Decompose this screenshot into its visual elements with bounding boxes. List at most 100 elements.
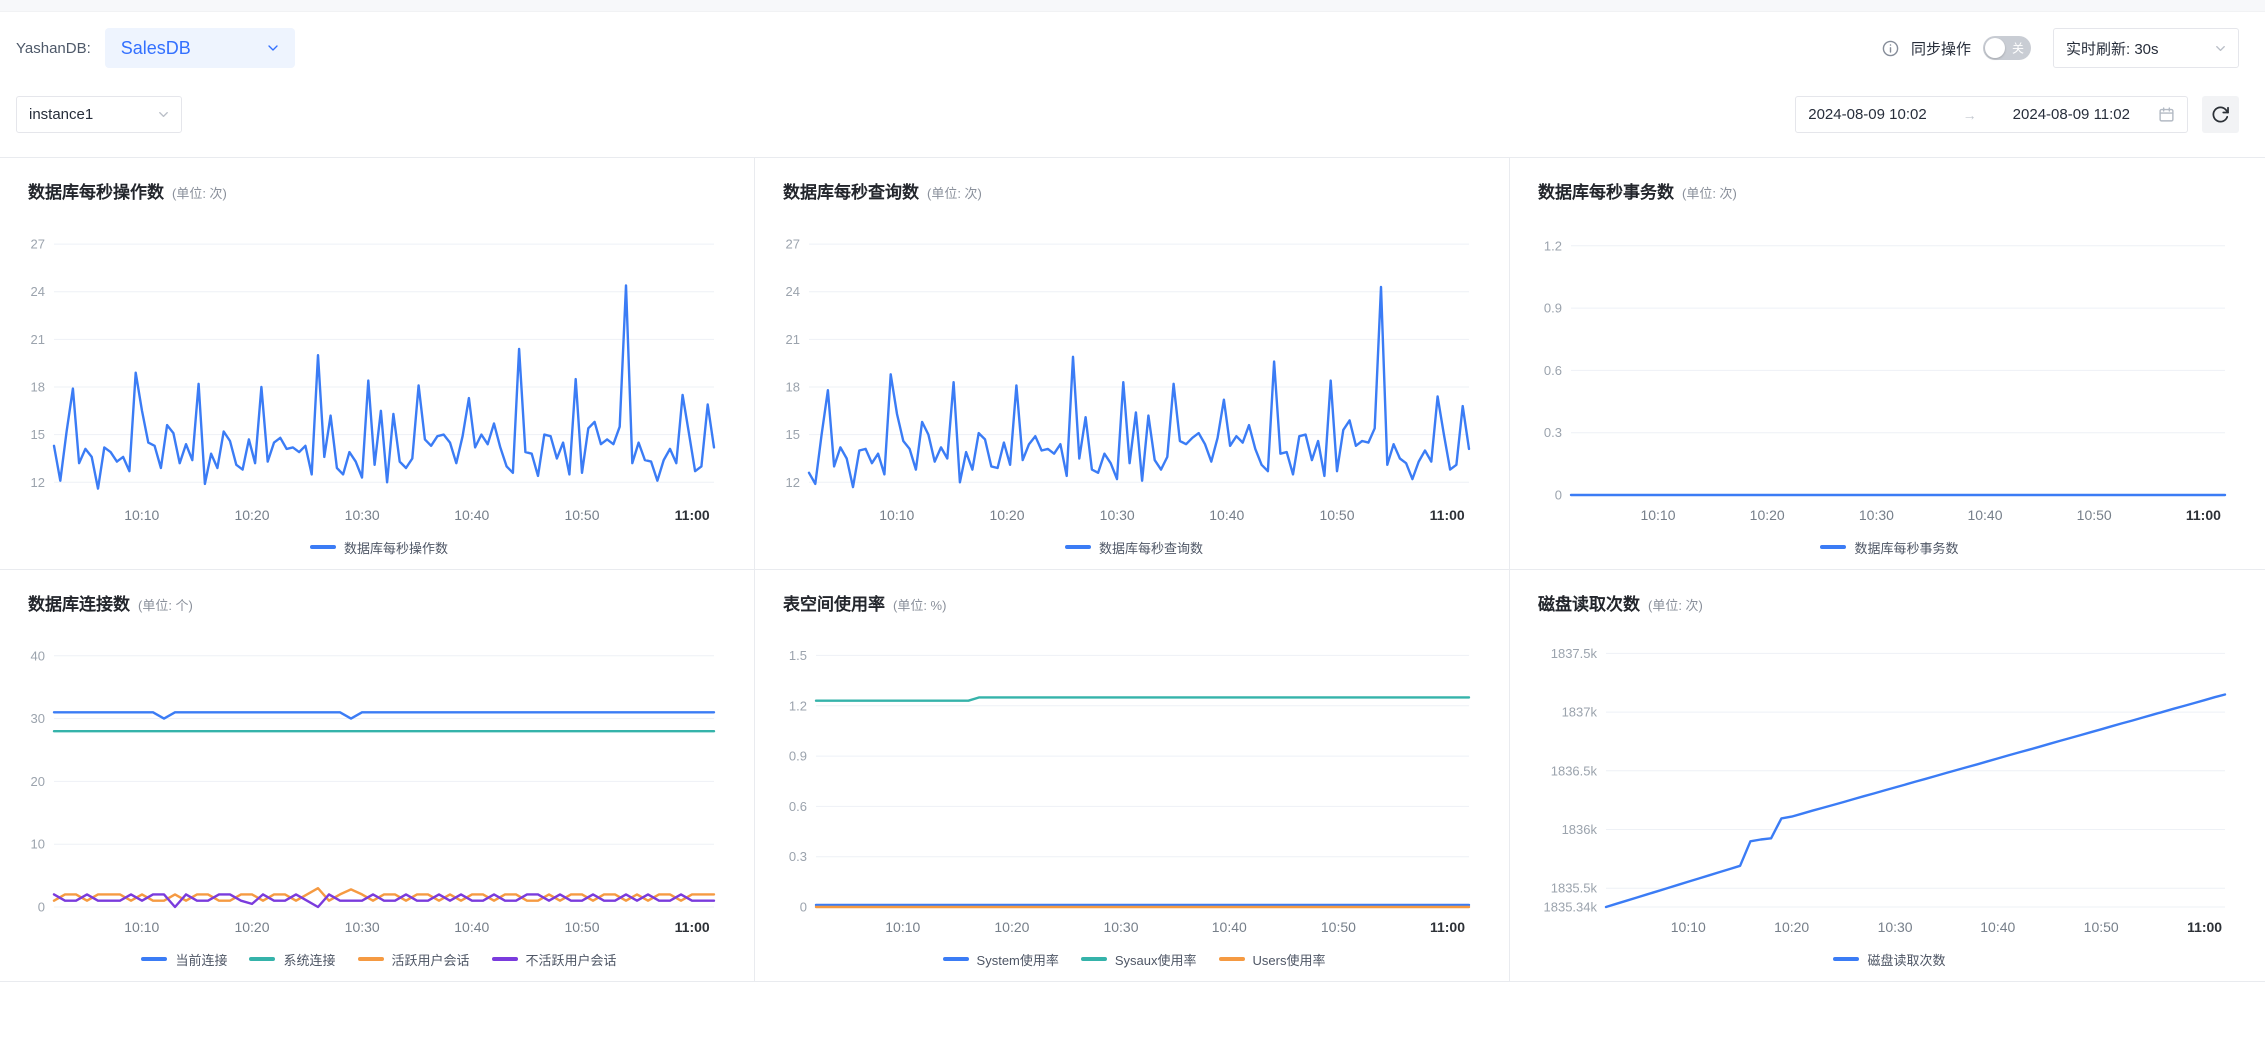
legend-item[interactable]: 系统连接 [249, 950, 335, 969]
calendar-icon [2158, 106, 2175, 123]
svg-text:10:40: 10:40 [1209, 507, 1244, 523]
legend-item[interactable]: 不活跃用户会话 [492, 950, 617, 969]
legend-swatch [310, 545, 336, 549]
chart-legend: 数据库每秒事务数 [1536, 531, 2243, 563]
svg-text:0.6: 0.6 [789, 799, 807, 814]
legend-label: 磁盘读取次数 [1867, 950, 1945, 969]
info-icon[interactable] [1882, 40, 1899, 57]
legend-swatch [1820, 545, 1846, 549]
svg-text:15: 15 [31, 427, 45, 442]
svg-text:10:10: 10:10 [124, 919, 159, 935]
legend-swatch [1081, 957, 1107, 961]
svg-text:10:50: 10:50 [2084, 919, 2119, 935]
chart-card-queries-per-sec: 数据库每秒查询数 (单位: 次) 12151821242710:1010:201… [755, 158, 1510, 570]
legend-item[interactable]: System使用率 [943, 950, 1059, 969]
date-end[interactable]: 2024-08-09 11:02 [2013, 106, 2130, 123]
svg-text:10:10: 10:10 [879, 507, 914, 523]
instance-select[interactable]: instance1 [16, 96, 182, 133]
legend-label: 不活跃用户会话 [526, 950, 617, 969]
topbar: YashanDB: SalesDB 同步操作 关 实时刷新: 30s [0, 12, 2265, 76]
legend-label: Users使用率 [1253, 950, 1326, 969]
legend-item[interactable]: 数据库每秒查询数 [1065, 538, 1203, 557]
chart-legend: 数据库每秒查询数 [781, 531, 1487, 563]
svg-text:40: 40 [31, 648, 45, 663]
svg-text:0.9: 0.9 [789, 749, 807, 764]
svg-text:10:30: 10:30 [345, 919, 380, 935]
database-select[interactable]: SalesDB [105, 28, 295, 68]
legend-swatch [492, 957, 518, 961]
svg-text:11:00: 11:00 [2187, 919, 2222, 935]
svg-text:20: 20 [31, 774, 45, 789]
svg-text:21: 21 [786, 332, 800, 347]
svg-text:18: 18 [786, 380, 800, 395]
legend-swatch [943, 957, 969, 961]
svg-text:0: 0 [800, 900, 807, 915]
svg-text:1837k: 1837k [1562, 705, 1598, 720]
legend-label: System使用率 [977, 950, 1059, 969]
svg-text:21: 21 [31, 332, 45, 347]
chart-legend: 数据库每秒操作数 [26, 531, 732, 563]
legend-item[interactable]: 活跃用户会话 [358, 950, 470, 969]
chart-canvas[interactable]: 00.30.60.91.21.510:1010:2010:3010:4010:5… [781, 621, 1487, 943]
date-range-arrow-icon: → [1939, 107, 2001, 123]
date-start[interactable]: 2024-08-09 10:02 [1808, 106, 1926, 123]
legend-item[interactable]: 数据库每秒操作数 [310, 538, 448, 557]
legend-swatch [1833, 957, 1859, 961]
svg-text:1835.34k: 1835.34k [1544, 900, 1598, 915]
chart-canvas[interactable]: 12151821242710:1010:2010:3010:4010:5011:… [26, 209, 732, 531]
svg-text:10:20: 10:20 [1750, 507, 1785, 523]
legend-label: 数据库每秒操作数 [344, 538, 448, 557]
legend-swatch [141, 957, 167, 961]
legend-item[interactable]: 当前连接 [141, 950, 227, 969]
legend-item[interactable]: Sysaux使用率 [1081, 950, 1197, 969]
chart-unit: (单位: 次) [1682, 183, 1737, 202]
legend-item[interactable]: Users使用率 [1219, 950, 1326, 969]
svg-text:10:40: 10:40 [1980, 919, 2015, 935]
chart-title: 磁盘读取次数 [1538, 590, 1640, 615]
refresh-button[interactable] [2202, 96, 2239, 133]
sync-operation-label: 同步操作 [1911, 38, 1971, 59]
legend-label: 当前连接 [175, 950, 227, 969]
svg-text:0.3: 0.3 [789, 849, 807, 864]
chart-canvas[interactable]: 12151821242710:1010:2010:3010:4010:5011:… [781, 209, 1487, 531]
instance-select-value: instance1 [29, 106, 93, 123]
legend-item[interactable]: 磁盘读取次数 [1833, 950, 1945, 969]
svg-text:10:30: 10:30 [1878, 919, 1913, 935]
svg-text:10:30: 10:30 [345, 507, 380, 523]
reload-icon [2211, 105, 2230, 124]
chart-canvas[interactable]: 1835.34k1835.5k1836k1836.5k1837k1837.5k1… [1536, 621, 2243, 943]
svg-text:11:00: 11:00 [2186, 507, 2221, 523]
svg-text:10:50: 10:50 [564, 507, 599, 523]
legend-item[interactable]: 数据库每秒事务数 [1820, 538, 1958, 557]
svg-text:11:00: 11:00 [675, 919, 710, 935]
svg-text:10:30: 10:30 [1859, 507, 1894, 523]
svg-text:11:00: 11:00 [1430, 507, 1465, 523]
svg-text:10:50: 10:50 [564, 919, 599, 935]
svg-text:10:10: 10:10 [124, 507, 159, 523]
svg-text:30: 30 [31, 711, 45, 726]
svg-text:10:20: 10:20 [234, 507, 269, 523]
app-label: YashanDB: [16, 40, 91, 57]
svg-text:10:40: 10:40 [454, 919, 489, 935]
chart-canvas[interactable]: 01020304010:1010:2010:3010:4010:5011:00 [26, 621, 732, 943]
date-range-picker[interactable]: 2024-08-09 10:02 → 2024-08-09 11:02 [1795, 96, 2188, 133]
legend-label: 活跃用户会话 [392, 950, 470, 969]
svg-text:18: 18 [31, 380, 45, 395]
svg-text:15: 15 [786, 427, 800, 442]
chart-unit: (单位: %) [893, 595, 946, 614]
svg-text:11:00: 11:00 [1430, 919, 1465, 935]
legend-label: Sysaux使用率 [1115, 950, 1197, 969]
svg-text:10:50: 10:50 [1319, 507, 1354, 523]
refresh-interval-select[interactable]: 实时刷新: 30s [2053, 28, 2239, 68]
svg-text:1.5: 1.5 [789, 648, 807, 663]
chevron-down-icon [156, 107, 171, 122]
sync-toggle[interactable]: 关 [1983, 36, 2031, 60]
svg-text:1.2: 1.2 [789, 698, 807, 713]
chevron-down-icon [2213, 41, 2228, 56]
legend-swatch [358, 957, 384, 961]
chart-canvas[interactable]: 00.30.60.91.210:1010:2010:3010:4010:5011… [1536, 209, 2243, 531]
chart-unit: (单位: 次) [927, 183, 982, 202]
svg-text:10:10: 10:10 [1671, 919, 1706, 935]
svg-text:24: 24 [31, 284, 45, 299]
svg-text:1836k: 1836k [1562, 822, 1598, 837]
